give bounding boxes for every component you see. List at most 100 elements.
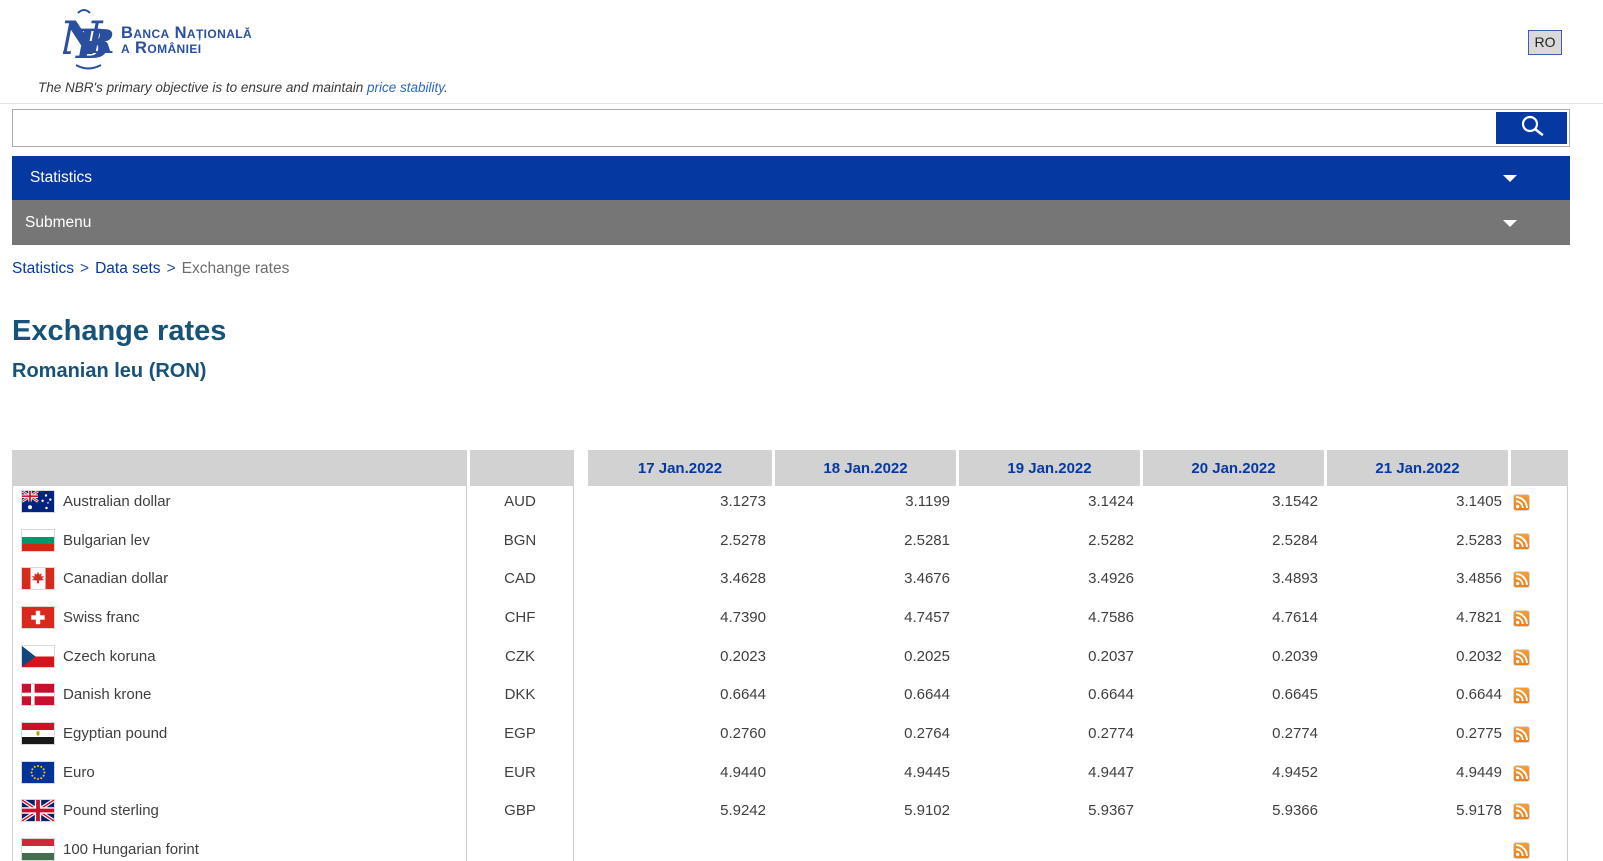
currency-name: Czech koruna [63,648,156,665]
search-input[interactable] [13,110,1494,146]
breadcrumb-data-sets[interactable]: Data sets [95,260,160,277]
rate-value: 2.5282 [956,525,1140,564]
currency-row: Australian dollar [12,486,467,525]
rate-value: 0.2039 [1140,641,1324,680]
rate-value: 3.4676 [772,563,956,602]
chevron-down-icon[interactable] [1503,220,1517,227]
rss-feed-icon[interactable] [1513,687,1530,704]
tagline-period: . [444,80,448,95]
rate-value: 4.9440 [588,757,772,796]
table-header-spacer [574,450,588,486]
rss-cell [1508,718,1568,757]
rate-value: 4.7390 [588,602,772,641]
chevron-down-icon[interactable] [1503,175,1517,182]
rate-value: 5.9367 [956,796,1140,835]
nbr-monogram-icon[interactable]: N B R [63,6,113,72]
currency-name: Swiss franc [63,609,140,626]
table-header-currency [12,450,467,486]
svg-text:R: R [86,22,113,61]
rate-value: 5.9178 [1324,796,1508,835]
currency-row: 100 Hungarian forint [12,834,467,861]
rate-value: 3.1424 [956,486,1140,525]
switzerland-flag [21,606,55,629]
currency-row: Euro [12,757,467,796]
table-spacer [574,602,588,641]
rate-value: 4.7457 [772,602,956,641]
table-header-date: 17 Jan.2022 [588,450,772,486]
rss-feed-icon[interactable] [1513,649,1530,666]
table-spacer [574,486,588,525]
rate-value [1140,834,1324,861]
hungary-flag [21,838,55,861]
currency-name: Australian dollar [63,493,171,510]
rate-value: 4.7586 [956,602,1140,641]
search-bar [12,109,1570,147]
currency-row: Swiss franc [12,602,467,641]
rss-cell [1508,602,1568,641]
rate-value: 3.1542 [1140,486,1324,525]
rss-feed-icon[interactable] [1513,571,1530,588]
table-spacer [574,796,588,835]
header-divider [0,103,1603,104]
rss-cell [1508,641,1568,680]
rss-feed-icon[interactable] [1513,726,1530,743]
rss-cell [1508,834,1568,861]
table-spacer [574,525,588,564]
currency-code [467,834,574,861]
currency-name: Pound sterling [63,802,159,819]
currency-name: Canadian dollar [63,570,168,587]
rss-feed-icon[interactable] [1513,533,1530,550]
currency-name: Egyptian pound [63,725,167,742]
search-icon [1517,114,1547,143]
rate-value [1324,834,1508,861]
egypt-flag [21,722,55,745]
rss-feed-icon[interactable] [1513,494,1530,511]
rss-feed-icon[interactable] [1513,803,1530,820]
table-header-date: 20 Jan.2022 [1140,450,1324,486]
rate-value: 0.2764 [772,718,956,757]
nav-bar-submenu-label: Submenu [25,214,91,232]
rate-value: 4.9447 [956,757,1140,796]
bank-logo-text[interactable]: Banca Națională a României [121,26,252,56]
currency-code: BGN [467,525,574,564]
nav-bar-submenu[interactable]: Submenu [12,200,1570,245]
currency-code: DKK [467,679,574,718]
currency-code: CZK [467,641,574,680]
rate-value: 0.2037 [956,641,1140,680]
table-header-date: 21 Jan.2022 [1324,450,1508,486]
language-toggle-button[interactable]: RO [1528,30,1562,55]
rate-value: 0.2023 [588,641,772,680]
rate-value: 3.1199 [772,486,956,525]
currency-code: GBP [467,796,574,835]
nav-bar-statistics-label: Statistics [30,169,92,187]
denmark-flag [21,683,55,706]
logo-line2: a României [121,41,252,56]
breadcrumb-separator: > [74,260,95,277]
eu-flag [21,761,55,784]
table-header-date: 18 Jan.2022 [772,450,956,486]
rate-value: 0.6644 [588,679,772,718]
rate-value: 4.9445 [772,757,956,796]
rate-value: 5.9242 [588,796,772,835]
rate-value: 3.4893 [1140,563,1324,602]
rss-feed-icon[interactable] [1513,765,1530,782]
rate-value: 0.6644 [1324,679,1508,718]
rate-value: 5.9102 [772,796,956,835]
exchange-rates-table: 17 Jan.202218 Jan.202219 Jan.202220 Jan.… [12,450,1568,861]
breadcrumb-statistics[interactable]: Statistics [12,260,74,277]
currency-code: CAD [467,563,574,602]
table-spacer [574,679,588,718]
currency-code: EGP [467,718,574,757]
rate-value: 2.5281 [772,525,956,564]
price-stability-link[interactable]: price stability [367,80,444,95]
rss-feed-icon[interactable] [1513,842,1530,859]
breadcrumb-separator: > [161,260,182,277]
nav-bar-statistics[interactable]: Statistics [12,156,1570,200]
rate-value: 4.9449 [1324,757,1508,796]
search-button[interactable] [1496,112,1567,144]
rss-feed-icon[interactable] [1513,610,1530,627]
rss-cell [1508,486,1568,525]
currency-name: Bulgarian lev [63,532,150,549]
currency-name: 100 Hungarian forint [63,841,199,858]
rss-cell [1508,563,1568,602]
